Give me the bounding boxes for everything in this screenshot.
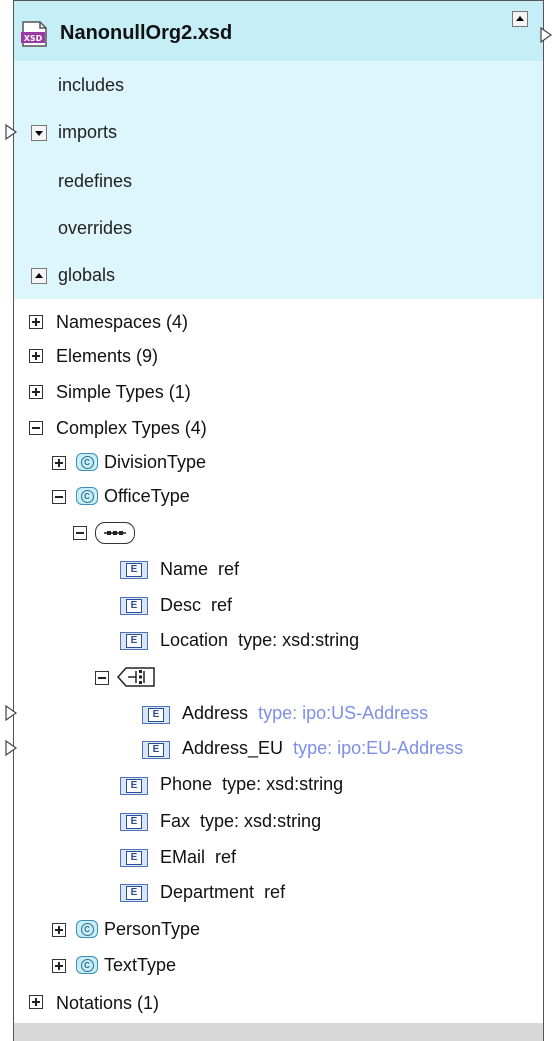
texttype-expand-toggle[interactable] xyxy=(52,959,66,973)
element-icon: E xyxy=(142,741,170,759)
divisiontype-expand-toggle[interactable] xyxy=(52,456,66,470)
section-redefines[interactable]: redefines xyxy=(58,171,132,192)
schema-output-port-icon[interactable] xyxy=(540,27,553,43)
tree-elements[interactable]: Elements (9) xyxy=(56,346,158,367)
complex-type-icon: C xyxy=(76,956,98,974)
tree-divisiontype[interactable]: DivisionType xyxy=(104,452,206,473)
tree-officetype[interactable]: OfficeType xyxy=(104,486,190,507)
tree-element-email[interactable]: EMail ref xyxy=(160,847,236,868)
namespaces-expand-toggle[interactable] xyxy=(29,315,43,329)
address-input-port-icon[interactable] xyxy=(5,705,18,721)
tree-notations[interactable]: Notations (1) xyxy=(56,993,159,1014)
sequence-collapse-toggle[interactable] xyxy=(73,526,87,540)
tree-element-address-eu[interactable]: Address_EU type: ipo:EU-Address xyxy=(182,738,463,759)
schema-title: NanonullOrg2.xsd xyxy=(60,22,233,44)
tree-element-desc[interactable]: Desc ref xyxy=(160,595,232,616)
complex-type-icon: C xyxy=(76,487,98,505)
element-icon: E xyxy=(120,597,148,615)
tree-simple-types[interactable]: Simple Types (1) xyxy=(56,382,191,403)
elements-expand-toggle[interactable] xyxy=(29,349,43,363)
section-overrides[interactable]: overrides xyxy=(58,218,132,239)
tree-element-department[interactable]: Department ref xyxy=(160,882,285,903)
tree-namespaces[interactable]: Namespaces (4) xyxy=(56,312,188,333)
element-icon: E xyxy=(120,777,148,795)
tree-texttype[interactable]: TextType xyxy=(104,955,176,976)
notations-expand-toggle[interactable] xyxy=(29,995,43,1009)
collapse-schema-button[interactable] xyxy=(512,11,528,27)
imports-input-port-icon[interactable] xyxy=(5,124,18,140)
element-icon: E xyxy=(120,849,148,867)
element-icon: E xyxy=(142,706,170,724)
tree-complex-types[interactable]: Complex Types (4) xyxy=(56,418,207,439)
complex-types-collapse-toggle[interactable] xyxy=(29,421,43,435)
section-includes[interactable]: includes xyxy=(58,75,124,96)
complex-type-icon: C xyxy=(76,920,98,938)
globals-collapse-button[interactable] xyxy=(31,268,47,284)
imports-expand-button[interactable] xyxy=(31,125,47,141)
expand-arrow-icon xyxy=(35,131,43,136)
address-eu-input-port-icon[interactable] xyxy=(5,740,18,756)
section-globals[interactable]: globals xyxy=(58,265,115,286)
element-icon: E xyxy=(120,561,148,579)
persontype-expand-toggle[interactable] xyxy=(52,923,66,937)
collapse-arrow-icon xyxy=(516,16,524,21)
officetype-collapse-toggle[interactable] xyxy=(52,490,66,504)
section-imports[interactable]: imports xyxy=(58,122,117,143)
complex-type-icon: C xyxy=(76,453,98,471)
tree-element-name[interactable]: Name ref xyxy=(160,559,239,580)
element-icon: E xyxy=(120,632,148,650)
choice-collapse-toggle[interactable] xyxy=(95,671,109,685)
schema-component-box: XSD NanonullOrg2.xsd includes imports re… xyxy=(13,0,544,1041)
element-icon: E xyxy=(120,813,148,831)
svg-text:XSD: XSD xyxy=(24,34,43,43)
choice-compositor-icon[interactable] xyxy=(115,665,157,689)
tree-persontype[interactable]: PersonType xyxy=(104,919,200,940)
tree-element-address[interactable]: Address type: ipo:US-Address xyxy=(182,703,428,724)
simple-types-expand-toggle[interactable] xyxy=(29,385,43,399)
bottom-bar xyxy=(14,1023,543,1041)
tree-element-phone[interactable]: Phone type: xsd:string xyxy=(160,774,343,795)
schema-header: XSD NanonullOrg2.xsd includes imports re… xyxy=(14,1,543,299)
collapse-arrow-icon xyxy=(35,273,43,278)
tree-element-location[interactable]: Location type: xsd:string xyxy=(160,630,359,651)
tree-element-fax[interactable]: Fax type: xsd:string xyxy=(160,811,321,832)
element-icon: E xyxy=(120,884,148,902)
title-row: XSD NanonullOrg2.xsd xyxy=(14,1,543,61)
xsd-file-icon: XSD xyxy=(21,21,47,47)
sequence-dots-icon xyxy=(104,531,126,535)
sequence-compositor-icon[interactable] xyxy=(95,522,135,544)
